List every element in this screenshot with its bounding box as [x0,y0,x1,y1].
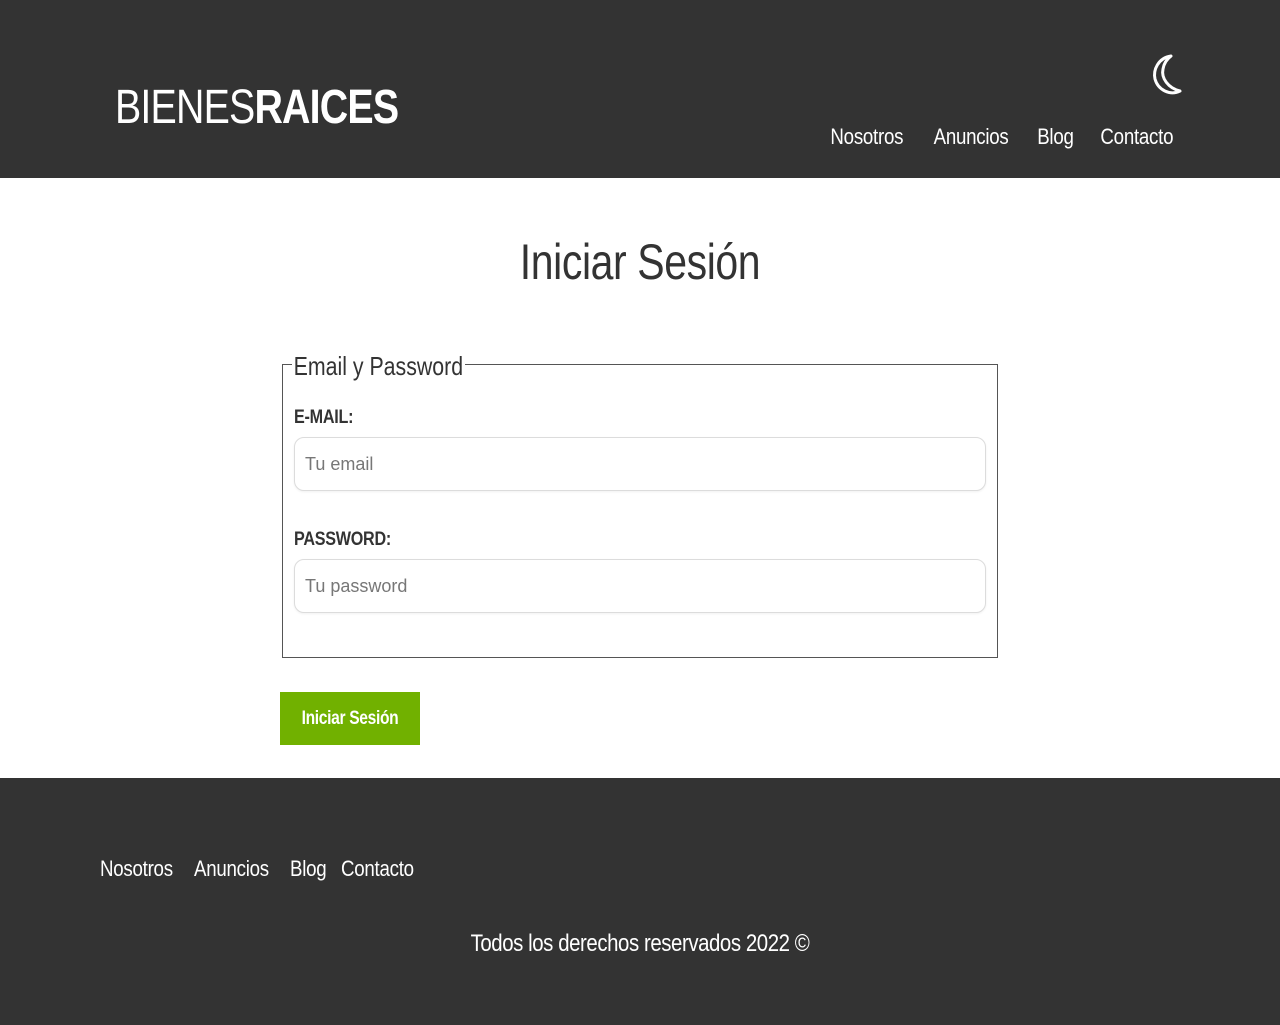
footer-link-blog[interactable]: Blog [290,856,327,882]
footer-link-nosotros[interactable]: Nosotros [100,856,173,882]
moon-icon[interactable] [1150,52,1184,98]
email-input[interactable] [294,437,986,491]
login-submit-button[interactable]: Iniciar Sesión [280,692,420,745]
footer-link-contacto[interactable]: Contacto [341,856,414,882]
nav-link-nosotros[interactable]: Nosotros [830,124,903,150]
footer-nav: Nosotros Anuncios Blog Contacto [100,856,416,882]
credentials-fieldset: Email y Password E-MAIL: PASSWORD: [282,351,998,658]
password-label: PASSWORD: [294,529,392,550]
fieldset-legend: Email y Password [292,351,465,382]
main-content: Iniciar Sesión Email y Password E-MAIL: … [0,178,1280,778]
footer-link-anuncios[interactable]: Anuncios [194,856,269,882]
nav-link-blog[interactable]: Blog [1037,124,1074,150]
login-submit-label: Iniciar Sesión [301,707,399,729]
page-title: Iniciar Sesión [519,234,761,290]
nav-link-anuncios[interactable]: Anuncios [934,124,1009,150]
password-input[interactable] [294,559,986,613]
header-nav: Nosotros Anuncios Blog Contacto [824,124,1180,150]
email-label: E-MAIL: [294,407,354,428]
logo-text-light: BIENES [115,81,255,134]
nav-link-contacto[interactable]: Contacto [1101,124,1174,150]
logo-text-bold: RAICES [254,81,399,134]
copyright-text: Todos los derechos reservados 2022 © [470,930,810,957]
site-logo[interactable]: BIENESRAICES [115,80,399,135]
site-header: BIENESRAICES Nosotros Anuncios Blog Cont… [0,0,1280,178]
site-footer: Nosotros Anuncios Blog Contacto Todos lo… [0,778,1280,1025]
